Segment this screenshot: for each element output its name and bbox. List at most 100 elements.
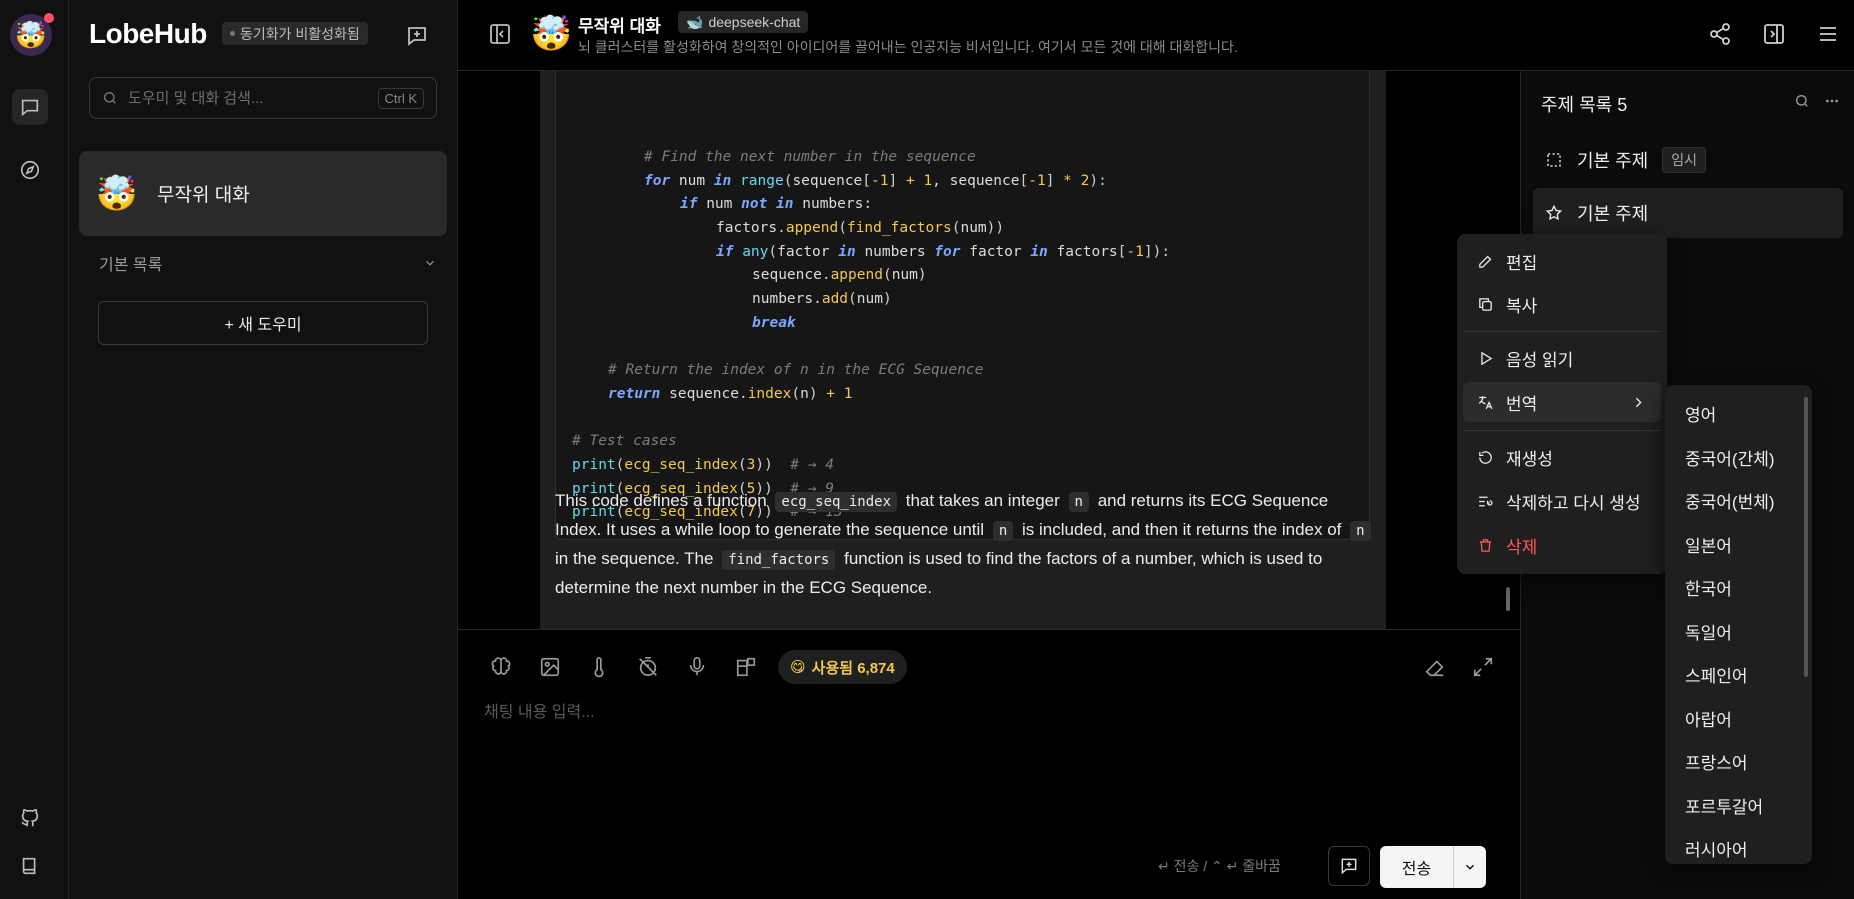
submenu-scrollbar[interactable] (1804, 397, 1808, 677)
chat-header: 🤯 무작위 대화 🐋 deepseek-chat 뇌 클러스터를 활성화하여 창… (458, 0, 1854, 71)
chat-icon (21, 99, 39, 117)
topic-label: 기본 주제 (1577, 204, 1649, 224)
token-emoji: 😋 (790, 659, 806, 676)
discover-nav-button[interactable] (12, 152, 48, 188)
chat-input-area: 😋 사용됨 6,874 ↵ 전송 / ⌃ ↵ 줄바꿈 전송 (458, 629, 1520, 899)
code-comment: # Test cases (572, 433, 677, 450)
session-sidebar: LobeHub 동기화가 비활성화됨 Ctrl K 🤯 무작위 대화 기본 목록… (69, 0, 458, 899)
github-icon (21, 808, 39, 827)
message-text: This code defines a function ecg_seq_ind… (555, 487, 1377, 601)
search-icon (1796, 95, 1808, 107)
session-item[interactable]: 🤯 무작위 대화 (79, 151, 447, 236)
menu-item-delete[interactable]: 삭제 (1463, 525, 1661, 565)
menu-item-regenerate[interactable]: 재생성 (1463, 437, 1661, 477)
toggle-sidebar-button[interactable] (484, 18, 516, 50)
topic-item[interactable]: 기본 주제 임시 (1533, 135, 1843, 185)
language-option[interactable]: 중국어(간체) (1685, 437, 1775, 477)
topics-actions (1794, 93, 1840, 112)
menu-label: 번역 (1506, 394, 1538, 414)
menu-item-copy[interactable]: 복사 (1463, 284, 1661, 324)
menu-button[interactable] (1810, 16, 1846, 52)
menu-label: 편집 (1506, 253, 1538, 273)
menu-divider (1463, 331, 1661, 332)
menu-label: 재생성 (1506, 449, 1553, 469)
list-restart-icon (1479, 496, 1493, 506)
language-option[interactable]: 영어 (1685, 393, 1716, 433)
language-option[interactable]: 포르투갈어 (1685, 785, 1763, 825)
temperature-button[interactable] (582, 650, 616, 684)
chat-scrollbar[interactable] (1506, 587, 1510, 611)
token-usage-text: 사용됨 6,874 (811, 659, 895, 677)
sync-status-text: 동기화가 비활성화됨 (240, 25, 360, 42)
plugins-button[interactable] (729, 650, 763, 684)
menu-label: 삭제하고 다시 생성 (1506, 493, 1641, 513)
github-button[interactable] (12, 800, 48, 836)
trash-icon (1479, 538, 1492, 552)
maximize-icon (1473, 657, 1493, 677)
token-usage-badge[interactable]: 😋 사용됨 6,874 (778, 650, 907, 684)
session-avatar: 🤯 (95, 174, 139, 213)
inline-code: n (992, 521, 1014, 541)
language-option[interactable]: 스페인어 (1685, 654, 1748, 694)
book-icon (22, 857, 36, 875)
model-select-button[interactable] (484, 650, 518, 684)
send-button[interactable]: 전송 (1380, 846, 1454, 888)
menu-item-translate[interactable]: 번역 (1463, 382, 1661, 422)
chat-description: 뇌 클러스터를 활성화하여 창의적인 아이디어를 끌어내는 인공지능 비서입니다… (578, 39, 1238, 55)
send-dropdown-button[interactable] (1454, 846, 1486, 888)
send-options-button[interactable] (1328, 846, 1370, 886)
session-name: 무작위 대화 (157, 185, 250, 206)
translate-icon (1478, 395, 1493, 409)
menu-item-tts[interactable]: 음성 읽기 (1463, 338, 1661, 378)
assistant-avatar[interactable]: 🤯 (530, 14, 572, 54)
clear-button[interactable] (1418, 650, 1452, 684)
brain-icon (491, 657, 511, 675)
upload-image-button[interactable] (533, 650, 567, 684)
menu-item-delete-regenerate[interactable]: 삭제하고 다시 생성 (1463, 481, 1661, 521)
expand-button[interactable] (1466, 650, 1500, 684)
code-comment: # → 4 (790, 456, 834, 473)
translate-language-submenu: 영어 중국어(간체) 중국어(번체) 일본어 한국어 독일어 스페인어 아랍어 … (1665, 385, 1812, 864)
language-option[interactable]: 아랍어 (1685, 698, 1732, 738)
code-block: # Find the next number in the sequence f… (555, 71, 1370, 540)
language-option[interactable]: 독일어 (1685, 611, 1732, 651)
history-limit-button[interactable] (631, 650, 665, 684)
language-option[interactable]: 한국어 (1685, 567, 1732, 607)
new-assistant-button[interactable]: + 새 도우미 (98, 301, 428, 345)
language-option[interactable]: 일본어 (1685, 524, 1732, 564)
chat-nav-button[interactable] (12, 89, 48, 125)
new-topic-button[interactable] (401, 20, 433, 52)
refresh-icon (1479, 450, 1492, 464)
language-option[interactable]: 프랑스어 (1685, 741, 1748, 781)
topic-search-button[interactable] (1794, 93, 1810, 112)
copy-icon (1479, 297, 1492, 311)
input-toolbar-right (1418, 650, 1500, 684)
search-box[interactable]: Ctrl K (89, 77, 437, 119)
docs-button[interactable] (12, 848, 48, 884)
model-badge[interactable]: 🐋 deepseek-chat (678, 11, 809, 33)
text-span: that takes an integer (905, 491, 1060, 510)
status-dot (230, 31, 235, 36)
app-logo: LobeHub (89, 18, 207, 49)
chevron-right-icon (1635, 397, 1642, 407)
share-button[interactable] (1702, 16, 1738, 52)
star-icon[interactable] (1545, 204, 1563, 222)
group-header[interactable]: 기본 목록 (99, 251, 437, 275)
image-icon (540, 657, 560, 677)
search-input[interactable] (128, 89, 368, 107)
model-icon: 🐋 (686, 13, 704, 30)
language-option[interactable]: 중국어(번체) (1685, 480, 1775, 520)
message-plus-icon (408, 27, 426, 46)
inline-code: n (1068, 492, 1089, 512)
panel-left-icon (490, 24, 510, 44)
topic-more-button[interactable] (1824, 93, 1840, 112)
thermometer-icon (594, 657, 604, 678)
topic-item[interactable]: 기본 주제 (1533, 188, 1843, 238)
toggle-topics-button[interactable] (1756, 16, 1792, 52)
app-window: 🤯 LobeHub 동기화가 비활성화됨 Ctrl K 🤯 무작위 대화 (0, 0, 1854, 899)
sync-status-badge[interactable]: 동기화가 비활성화됨 (222, 22, 368, 45)
voice-input-button[interactable] (680, 650, 714, 684)
chat-input[interactable] (484, 698, 1484, 728)
language-option[interactable]: 러시아어 (1685, 828, 1748, 864)
menu-item-edit[interactable]: 편집 (1463, 241, 1661, 281)
